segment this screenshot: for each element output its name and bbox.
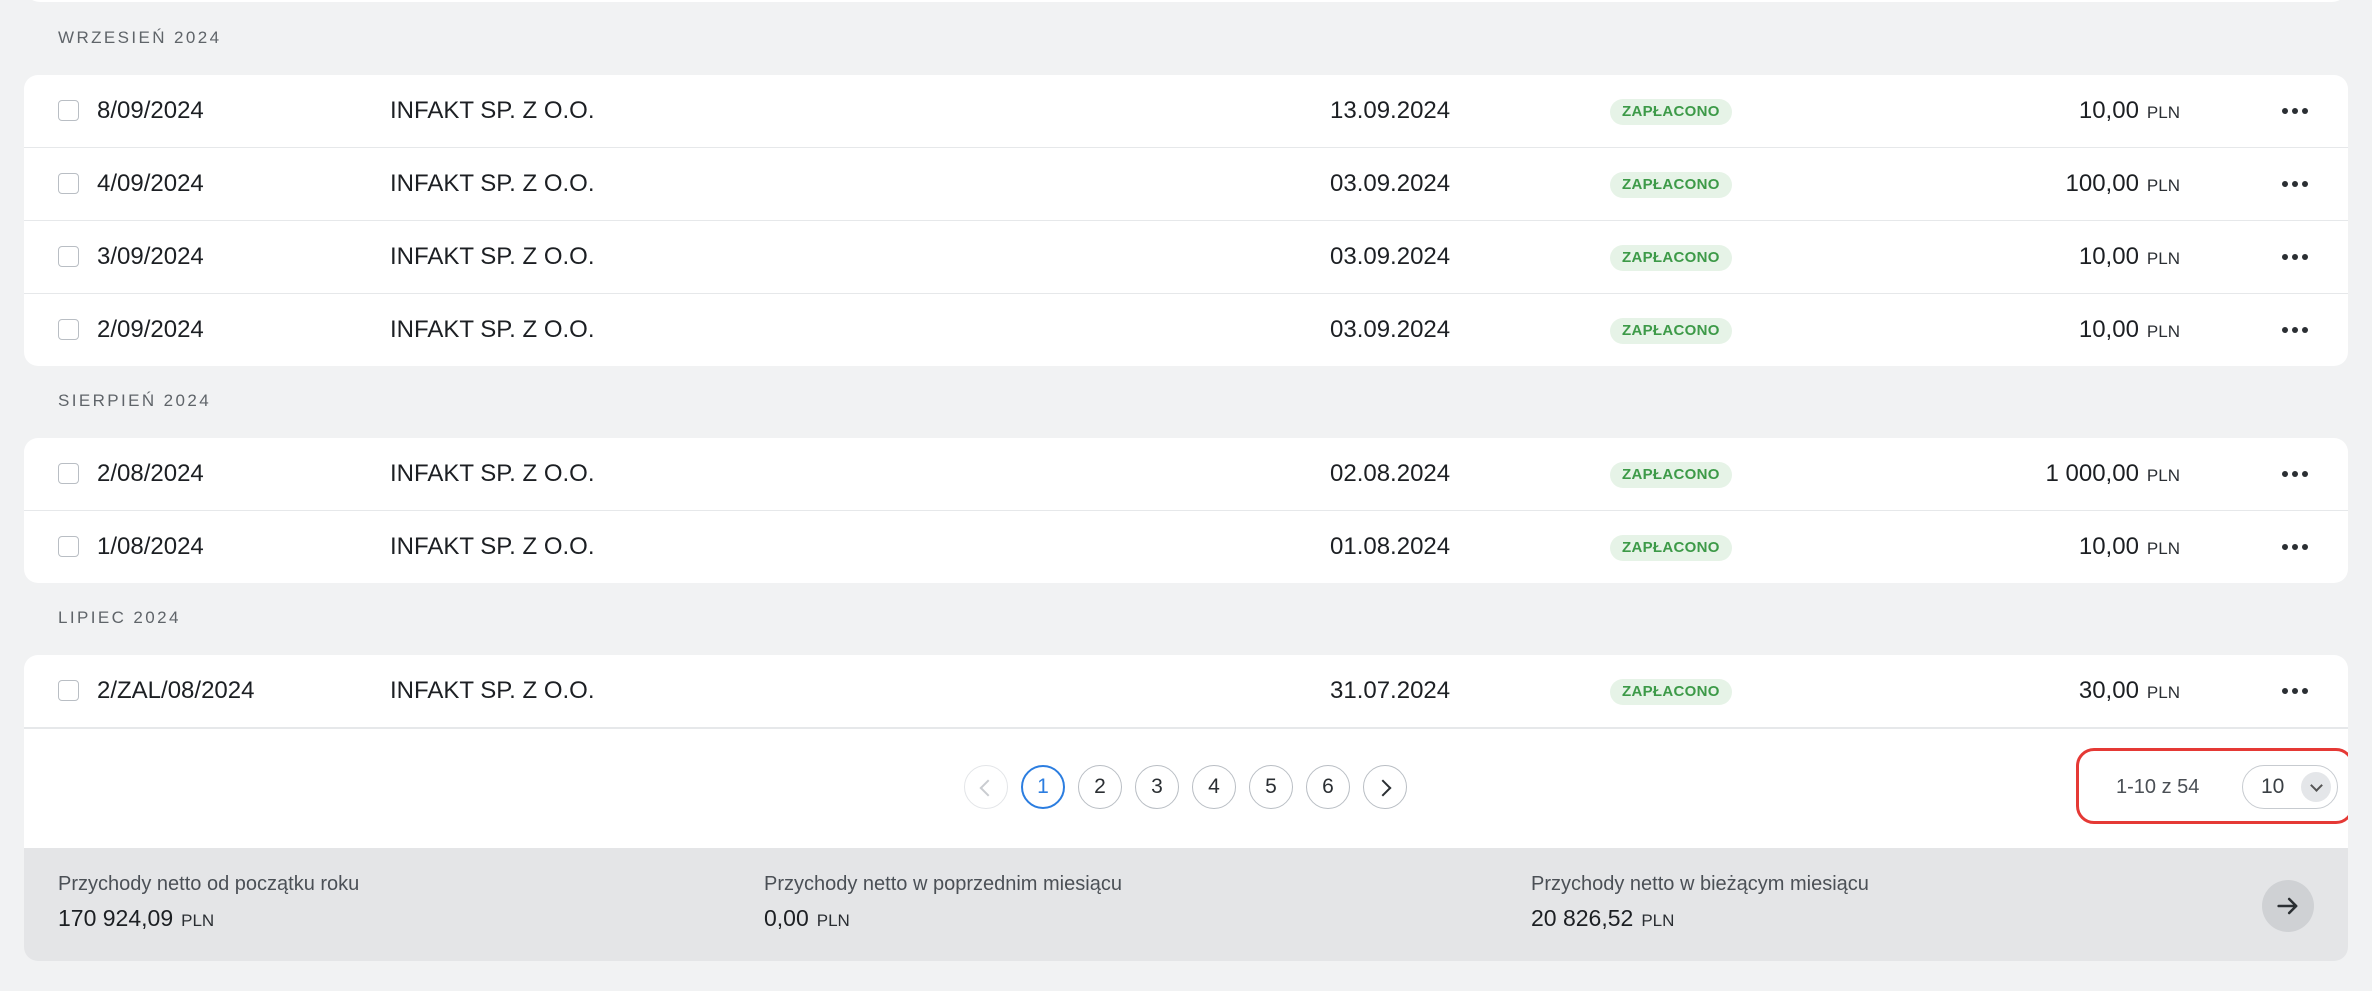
invoice-number[interactable]: 3/09/2024 bbox=[97, 221, 204, 293]
invoice-number[interactable]: 2/08/2024 bbox=[97, 438, 204, 510]
per-page-select[interactable]: 10 bbox=[2242, 765, 2338, 809]
status-badge: ZAPŁACONO bbox=[1610, 318, 1732, 344]
client-name: INFAKT SP. Z O.O. bbox=[390, 170, 595, 197]
more-options-icon[interactable] bbox=[2272, 312, 2318, 348]
client-name: INFAKT SP. Z O.O. bbox=[390, 97, 595, 124]
table-row[interactable]: 1/08/2024 INFAKT SP. Z O.O. 01.08.2024 Z… bbox=[24, 511, 2348, 583]
section-title-wrzesien: WRZESIEŃ 2024 bbox=[58, 28, 222, 47]
invoice-amount: 10,00 PLN bbox=[2078, 243, 2180, 270]
status-badge: ZAPŁACONO bbox=[1610, 245, 1732, 271]
invoice-card-sierpien: 2/08/2024 INFAKT SP. Z O.O. 02.08.2024 Z… bbox=[24, 438, 2348, 583]
client-name: INFAKT SP. Z O.O. bbox=[390, 677, 595, 704]
summary-value: 170 924,09 PLN bbox=[58, 905, 215, 931]
summary-value: 0,00 PLN bbox=[764, 905, 850, 931]
chevron-left-icon[interactable] bbox=[964, 765, 1008, 809]
more-options-icon[interactable] bbox=[2272, 673, 2318, 709]
invoice-number[interactable]: 8/09/2024 bbox=[97, 75, 204, 147]
row-checkbox[interactable] bbox=[58, 536, 79, 557]
invoice-amount: 10,00 PLN bbox=[2078, 316, 2180, 343]
table-row[interactable]: 2/09/2024 INFAKT SP. Z O.O. 03.09.2024 Z… bbox=[24, 294, 2348, 366]
more-options-icon[interactable] bbox=[2272, 529, 2318, 565]
summary-label: Przychody netto od początku roku bbox=[58, 873, 360, 895]
chevron-right-icon[interactable] bbox=[1363, 765, 1407, 809]
row-checkbox[interactable] bbox=[58, 463, 79, 484]
chevron-down-icon bbox=[2301, 772, 2331, 802]
invoice-date: 03.09.2024 bbox=[1330, 316, 1451, 343]
pagination-bar: 1 2 3 4 5 6 1-10 z 54 10 bbox=[24, 728, 2348, 849]
invoice-amount: 10,00 PLN bbox=[2078, 97, 2180, 124]
status-badge: ZAPŁACONO bbox=[1610, 462, 1732, 488]
invoice-card-lipiec: 2/ZAL/08/2024 INFAKT SP. Z O.O. 31.07.20… bbox=[24, 655, 2348, 849]
row-checkbox[interactable] bbox=[58, 173, 79, 194]
per-page-value: 10 bbox=[2261, 775, 2285, 798]
more-options-icon[interactable] bbox=[2272, 166, 2318, 202]
invoice-amount: 1 000,00 PLN bbox=[2045, 460, 2181, 487]
invoice-number[interactable]: 2/09/2024 bbox=[97, 294, 204, 366]
summary-label: Przychody netto w poprzednim miesiącu bbox=[764, 873, 1122, 895]
client-name: INFAKT SP. Z O.O. bbox=[390, 533, 595, 560]
invoice-date: 01.08.2024 bbox=[1330, 533, 1451, 560]
client-name: INFAKT SP. Z O.O. bbox=[390, 243, 595, 270]
table-row[interactable]: 2/ZAL/08/2024 INFAKT SP. Z O.O. 31.07.20… bbox=[24, 655, 2348, 728]
page-button-3[interactable]: 3 bbox=[1135, 765, 1179, 809]
table-row[interactable]: 3/09/2024 INFAKT SP. Z O.O. 03.09.2024 Z… bbox=[24, 221, 2348, 294]
client-name: INFAKT SP. Z O.O. bbox=[390, 460, 595, 487]
page-button-1[interactable]: 1 bbox=[1021, 765, 1065, 809]
invoice-card-wrzesien: 8/09/2024 INFAKT SP. Z O.O. 13.09.2024 Z… bbox=[24, 75, 2348, 366]
summary-previous-month: Przychody netto w poprzednim miesiącu 0,… bbox=[764, 872, 1122, 936]
pagination-range: 1-10 z 54 bbox=[2116, 776, 2200, 798]
status-badge: ZAPŁACONO bbox=[1610, 99, 1732, 125]
section-title-lipiec: LIPIEC 2024 bbox=[58, 608, 181, 627]
summary-value: 20 826,52 PLN bbox=[1531, 905, 1675, 931]
invoice-date: 02.08.2024 bbox=[1330, 460, 1451, 487]
row-checkbox[interactable] bbox=[58, 319, 79, 340]
arrow-right-icon[interactable] bbox=[2262, 880, 2314, 932]
invoice-amount: 30,00 PLN bbox=[2078, 677, 2180, 704]
more-options-icon[interactable] bbox=[2272, 239, 2318, 275]
row-checkbox[interactable] bbox=[58, 680, 79, 701]
invoice-date: 03.09.2024 bbox=[1330, 243, 1451, 270]
page-button-4[interactable]: 4 bbox=[1192, 765, 1236, 809]
invoice-date: 13.09.2024 bbox=[1330, 97, 1451, 124]
more-options-icon[interactable] bbox=[2272, 93, 2318, 129]
previous-card-edge bbox=[24, 0, 2348, 2]
summary-label: Przychody netto w bieżącym miesiącu bbox=[1531, 873, 1869, 895]
status-badge: ZAPŁACONO bbox=[1610, 172, 1732, 198]
table-row[interactable]: 4/09/2024 INFAKT SP. Z O.O. 03.09.2024 Z… bbox=[24, 148, 2348, 221]
status-badge: ZAPŁACONO bbox=[1610, 535, 1732, 561]
invoice-date: 03.09.2024 bbox=[1330, 170, 1451, 197]
invoice-number[interactable]: 1/08/2024 bbox=[97, 511, 204, 583]
page-button-6[interactable]: 6 bbox=[1306, 765, 1350, 809]
page-button-5[interactable]: 5 bbox=[1249, 765, 1293, 809]
invoice-number[interactable]: 4/09/2024 bbox=[97, 148, 204, 220]
invoice-amount: 10,00 PLN bbox=[2078, 533, 2180, 560]
row-checkbox[interactable] bbox=[58, 100, 79, 121]
status-badge: ZAPŁACONO bbox=[1610, 679, 1732, 705]
summary-ytd: Przychody netto od początku roku 170 924… bbox=[58, 872, 359, 936]
table-row[interactable]: 8/09/2024 INFAKT SP. Z O.O. 13.09.2024 Z… bbox=[24, 75, 2348, 148]
revenue-summary: Przychody netto od początku roku 170 924… bbox=[24, 848, 2348, 961]
page-button-2[interactable]: 2 bbox=[1078, 765, 1122, 809]
more-options-icon[interactable] bbox=[2272, 456, 2318, 492]
summary-current-month: Przychody netto w bieżącym miesiącu 20 8… bbox=[1531, 872, 1869, 936]
invoice-amount: 100,00 PLN bbox=[2065, 170, 2180, 197]
client-name: INFAKT SP. Z O.O. bbox=[390, 316, 595, 343]
table-row[interactable]: 2/08/2024 INFAKT SP. Z O.O. 02.08.2024 Z… bbox=[24, 438, 2348, 511]
invoice-date: 31.07.2024 bbox=[1330, 677, 1451, 704]
section-title-sierpien: SIERPIEŃ 2024 bbox=[58, 391, 212, 410]
invoice-number[interactable]: 2/ZAL/08/2024 bbox=[97, 655, 254, 727]
row-checkbox[interactable] bbox=[58, 246, 79, 267]
